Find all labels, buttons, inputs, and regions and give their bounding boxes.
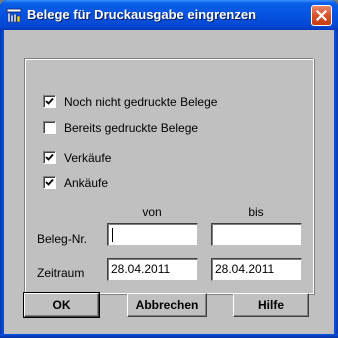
zeitraum-label: Zeitraum bbox=[37, 266, 85, 280]
zeitraum-to-value: 28.04.2011 bbox=[215, 262, 275, 276]
window-frame-bottom bbox=[0, 334, 338, 338]
close-icon bbox=[316, 10, 327, 21]
checkbox-label: Verkäufe bbox=[64, 151, 112, 165]
dialog-window: Belege für Druckausgabe eingrenzen Noch … bbox=[0, 0, 338, 338]
cancel-button[interactable]: Abbrechen bbox=[127, 293, 207, 317]
checkmark-icon bbox=[45, 178, 54, 186]
close-button[interactable] bbox=[311, 5, 332, 26]
checkbox-box[interactable] bbox=[43, 121, 56, 134]
beleg-nr-label: Beleg-Nr. bbox=[37, 232, 88, 246]
column-header-from: von bbox=[142, 205, 162, 219]
printer-filter-icon bbox=[6, 7, 22, 23]
window-frame-right bbox=[334, 30, 338, 338]
beleg-nr-to-field[interactable] bbox=[211, 223, 302, 246]
column-header-to: bis bbox=[248, 205, 264, 219]
checkmark-icon bbox=[45, 153, 54, 161]
checkbox-box[interactable] bbox=[43, 176, 56, 189]
checkbox-box[interactable] bbox=[43, 95, 56, 108]
checkbox-box[interactable] bbox=[43, 151, 56, 164]
help-button[interactable]: Hilfe bbox=[233, 293, 309, 317]
beleg-nr-from-field[interactable] bbox=[107, 223, 198, 246]
zeitraum-from-value: 28.04.2011 bbox=[111, 262, 171, 276]
title-bar[interactable]: Belege für Druckausgabe eingrenzen bbox=[0, 0, 338, 30]
checkbox-label: Noch nicht gedruckte Belege bbox=[64, 95, 218, 109]
checkmark-icon bbox=[45, 97, 54, 105]
dialog-body: Noch nicht gedruckte Belege Bereits gedr… bbox=[4, 30, 334, 334]
zeitraum-to-field[interactable]: 28.04.2011 bbox=[211, 258, 302, 281]
ok-button[interactable]: OK bbox=[23, 292, 100, 318]
checkbox-label: Bereits gedruckte Belege bbox=[64, 121, 199, 135]
checkbox-label: Ankäufe bbox=[64, 176, 109, 190]
filter-group-box: Noch nicht gedruckte Belege Bereits gedr… bbox=[24, 58, 314, 294]
text-caret bbox=[112, 228, 113, 242]
zeitraum-from-field[interactable]: 28.04.2011 bbox=[107, 258, 198, 281]
window-title: Belege für Druckausgabe eingrenzen bbox=[27, 7, 257, 22]
